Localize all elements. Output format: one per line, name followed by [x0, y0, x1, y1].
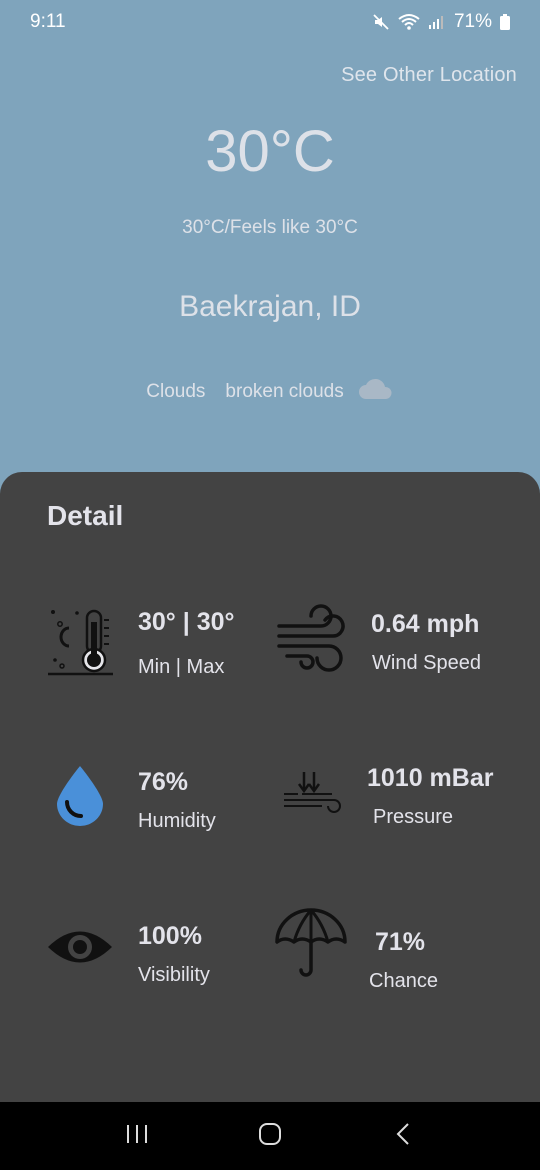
condition-description: broken clouds	[225, 381, 344, 402]
min-max-label: Min | Max	[138, 656, 225, 678]
recent-apps-icon	[125, 1123, 149, 1150]
back-button[interactable]	[373, 1106, 433, 1166]
location-name: Baekrajan, ID	[179, 290, 361, 323]
see-other-location-link[interactable]: See Other Location	[341, 64, 517, 87]
condition-main: Clouds	[146, 381, 206, 402]
current-temperature: 30°C	[205, 119, 335, 184]
cloud-icon	[358, 377, 394, 407]
wifi-icon	[398, 13, 420, 31]
humidity-value: 76%	[138, 768, 189, 796]
thermometer-icon	[47, 608, 115, 681]
min-max-value: 30° | 30°	[138, 608, 235, 636]
weather-conditions: Clouds broken clouds	[0, 377, 540, 407]
system-nav-bar	[0, 1102, 540, 1170]
umbrella-icon	[275, 906, 347, 985]
water-drop-icon	[55, 764, 105, 831]
visibility-value: 100%	[138, 922, 202, 950]
signal-icon	[428, 14, 446, 30]
status-icons: 71%	[372, 11, 510, 33]
wind-value: 0.64 mph	[371, 610, 480, 638]
eye-icon	[47, 924, 113, 975]
chance-label: Chance	[369, 970, 438, 992]
pressure-value: 1010 mBar	[367, 764, 494, 792]
home-button[interactable]	[240, 1106, 300, 1166]
recent-apps-button[interactable]	[107, 1106, 167, 1166]
status-bar: 9:11 71%	[0, 0, 540, 44]
wind-label: Wind Speed	[372, 652, 481, 674]
humidity-label: Humidity	[138, 810, 216, 832]
pressure-label: Pressure	[373, 806, 454, 828]
status-time: 9:11	[30, 11, 66, 32]
battery-percent: 71%	[453, 11, 492, 32]
pressure-icon	[282, 770, 350, 819]
mute-icon	[372, 13, 390, 31]
feels-like-text: 30°C/Feels like 30°C	[182, 217, 358, 238]
chance-value: 71%	[375, 928, 426, 956]
detail-title: Detail	[47, 500, 124, 531]
detail-panel: Detail 30° | 30° Min | Max 0.64 mph Wind…	[0, 472, 540, 1102]
wind-icon	[277, 604, 351, 681]
back-icon	[395, 1122, 411, 1151]
home-icon	[258, 1122, 282, 1151]
battery-icon	[500, 14, 510, 30]
visibility-label: Visibility	[138, 964, 210, 986]
